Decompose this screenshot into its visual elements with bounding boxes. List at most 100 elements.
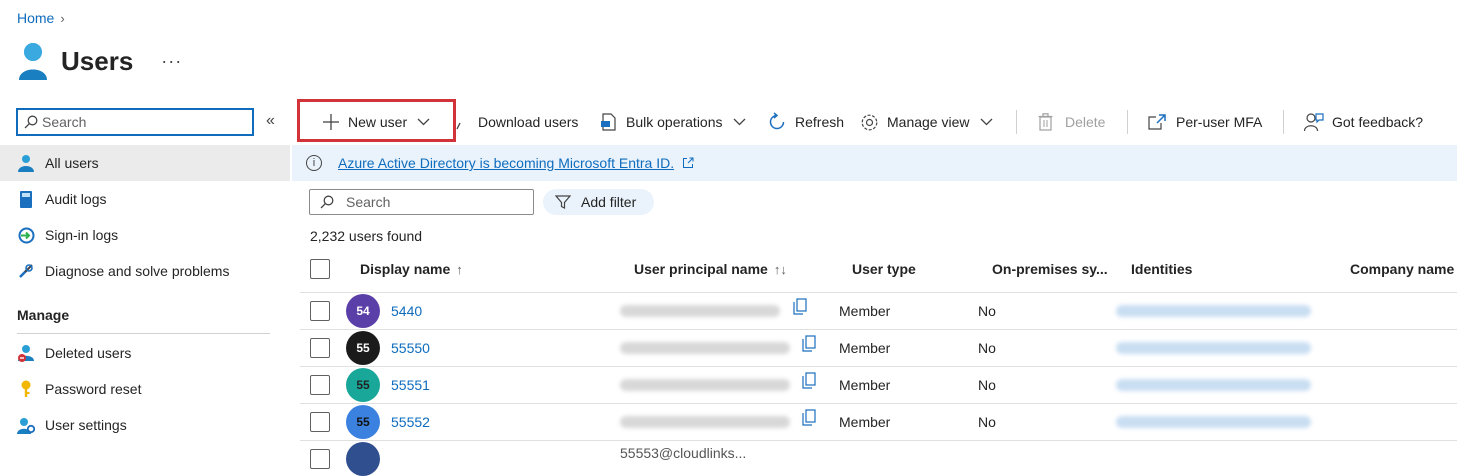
sidebar-search-input[interactable] [38, 114, 242, 130]
redacted-upn [620, 305, 780, 317]
sidebar-item-diagnose[interactable]: Diagnose and solve problems [0, 253, 290, 289]
sidebar-item-sign-in-logs[interactable]: Sign-in logs [0, 217, 290, 253]
page-title: Users [61, 46, 134, 76]
page-header: Users ··· [17, 40, 182, 83]
sort-icon: ↑↓ [773, 261, 787, 277]
copy-icon[interactable] [801, 335, 817, 356]
sidebar-item-user-settings[interactable]: User settings [0, 407, 290, 443]
column-label: User type [852, 261, 916, 277]
on-premises-cell: No [978, 340, 996, 356]
chevron-down-icon [733, 118, 746, 126]
manage-view-button[interactable]: Manage view [860, 108, 993, 136]
row-checkbox[interactable] [310, 449, 330, 469]
upn-cell: 55553@cloudlinks... [620, 445, 747, 461]
users-icon [17, 40, 49, 83]
on-premises-cell: No [978, 414, 996, 430]
row-checkbox[interactable] [310, 375, 330, 395]
refresh-label: Refresh [795, 114, 845, 130]
redacted-identity [1116, 379, 1311, 391]
avatar: 55 [346, 331, 380, 365]
table-header-divider [300, 292, 1457, 293]
row-checkbox[interactable] [310, 412, 330, 432]
got-feedback-button[interactable]: Got feedback? [1304, 108, 1423, 136]
sidebar-item-label: Password reset [45, 381, 142, 397]
row-checkbox[interactable] [310, 301, 330, 321]
user-settings-icon [17, 416, 35, 434]
sidebar-item-deleted-users[interactable]: Deleted users [0, 335, 290, 371]
book-icon [17, 190, 35, 208]
select-all-checkbox[interactable] [310, 259, 330, 279]
per-user-mfa-button[interactable]: Per-user MFA [1148, 108, 1262, 136]
user-search-input[interactable] [344, 193, 528, 211]
user-search-box [309, 189, 534, 215]
column-header-identities[interactable]: Identities [1131, 261, 1192, 277]
delete-label: Delete [1065, 114, 1106, 130]
search-icon [320, 195, 334, 209]
avatar: 54 [346, 294, 380, 328]
copy-icon[interactable] [792, 298, 808, 319]
deleted-user-icon [17, 344, 35, 362]
add-filter-button[interactable]: Add filter [543, 189, 654, 215]
external-link-icon [1148, 114, 1166, 130]
key-icon [17, 380, 35, 398]
delete-button[interactable]: Delete [1038, 108, 1105, 136]
copy-icon[interactable] [801, 372, 817, 393]
more-options-button[interactable]: ··· [161, 51, 182, 72]
collapse-sidebar-button[interactable]: « [266, 112, 275, 130]
user-display-name-link[interactable]: 55550 [391, 340, 430, 356]
row-divider [300, 366, 1457, 367]
chevron-down-icon [980, 118, 993, 126]
user-type-cell: Member [839, 377, 891, 393]
copy-icon[interactable] [801, 409, 817, 430]
redacted-identity [1116, 416, 1311, 428]
row-checkbox[interactable] [310, 338, 330, 358]
entra-id-link[interactable]: Azure Active Directory is becoming Micro… [338, 155, 674, 171]
add-filter-label: Add filter [581, 194, 637, 210]
redacted-identity [1116, 305, 1311, 317]
column-label: Display name [360, 261, 451, 277]
user-display-name-link[interactable]: 55551 [391, 377, 430, 393]
refresh-button[interactable]: Refresh [767, 108, 844, 136]
manage-view-label: Manage view [887, 114, 970, 130]
avatar [346, 442, 380, 476]
column-header-user-type[interactable]: User type [852, 261, 916, 277]
bulk-operations-button[interactable]: Bulk operations [600, 108, 746, 136]
column-header-company-name[interactable]: Company name [1350, 261, 1454, 277]
column-label: On-premises sy... [992, 261, 1108, 277]
column-header-upn[interactable]: User principal name ↑↓ [634, 261, 787, 277]
user-display-name-link[interactable]: 55552 [391, 414, 430, 430]
sidebar-item-all-users[interactable]: All users [0, 145, 290, 181]
column-header-on-premises[interactable]: On-premises sy... [992, 261, 1108, 277]
results-count: 2,232 users found [310, 228, 423, 244]
row-divider [300, 403, 1457, 404]
gear-icon [860, 113, 879, 132]
column-header-display-name[interactable]: Display name ↑ [360, 261, 463, 277]
got-feedback-label: Got feedback? [1332, 114, 1424, 130]
sidebar-item-label: Audit logs [45, 191, 107, 207]
sidebar-divider [17, 333, 270, 334]
user-display-name-link[interactable]: 5440 [391, 303, 422, 319]
info-banner: i Azure Active Directory is becoming Mic… [292, 145, 1457, 181]
sidebar-item-label: Sign-in logs [45, 227, 119, 243]
column-label: Company name [1350, 261, 1455, 277]
manage-section-header: Manage [17, 307, 70, 323]
sidebar-item-password-reset[interactable]: Password reset [0, 371, 290, 407]
download-users-button[interactable]: Download users [456, 108, 578, 136]
feedback-icon [1304, 112, 1324, 132]
toolbar-separator [1127, 110, 1128, 134]
toolbar-separator [1016, 110, 1017, 134]
redacted-upn [620, 379, 790, 391]
sidebar-search-box [17, 109, 253, 135]
sidebar-item-audit-logs[interactable]: Audit logs [0, 181, 290, 217]
wrench-icon [17, 262, 35, 280]
info-icon: i [306, 155, 322, 171]
user-type-cell: Member [839, 414, 891, 430]
breadcrumb-separator: › [60, 10, 65, 26]
redacted-identity [1116, 342, 1311, 354]
external-link-icon [682, 157, 694, 169]
avatar: 55 [346, 368, 380, 402]
refresh-icon [767, 112, 787, 132]
breadcrumb: Home › [17, 10, 65, 26]
breadcrumb-home-link[interactable]: Home [17, 10, 54, 26]
column-label: User principal name [634, 261, 768, 277]
